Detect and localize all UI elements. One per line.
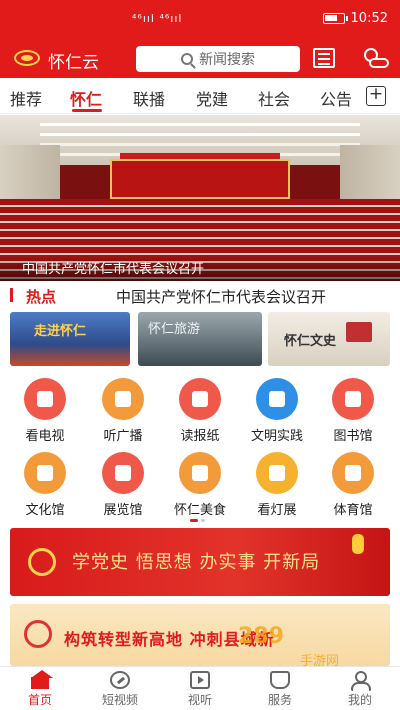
- party-emblem-icon: [28, 548, 56, 576]
- grid-label: 体育馆: [333, 503, 373, 518]
- grid-item-lantern[interactable]: 看灯展: [242, 452, 312, 518]
- lantern-icon: [352, 534, 364, 554]
- tab-recommend[interactable]: 推荐: [10, 86, 42, 110]
- bottom-navigation: 首页 短视频 视听 服务 我的: [0, 666, 400, 710]
- stadium-icon: [332, 452, 374, 494]
- tab-broadcast[interactable]: 联播: [133, 86, 165, 110]
- home-icon: [31, 670, 53, 689]
- grid-label: 展览馆: [103, 503, 143, 518]
- grid-item-culture[interactable]: 文化馆: [10, 452, 80, 518]
- newspaper-icon: [179, 378, 221, 420]
- grid-item-exhibition[interactable]: 展览馆: [88, 452, 158, 518]
- nav-label: 我的: [347, 693, 372, 707]
- grid-item-food[interactable]: 怀仁美食: [165, 452, 235, 518]
- party-history-banner[interactable]: 学党史 悟思想 办实事 开新局: [10, 528, 390, 596]
- tab-notice[interactable]: 公告: [320, 86, 352, 110]
- compass-icon: [110, 671, 130, 689]
- grid-item-civilization[interactable]: 文明实践: [242, 378, 312, 444]
- food-icon: [179, 452, 221, 494]
- library-icon: [332, 378, 374, 420]
- stage-image: [110, 159, 290, 199]
- nav-label: 服务: [267, 693, 292, 707]
- channel-tabs: 推荐 怀仁 联播 党建 社会 公告: [0, 78, 400, 114]
- profile-icon: [350, 671, 371, 691]
- search-input[interactable]: 新闻搜索: [136, 46, 300, 72]
- grid-label: 看电视: [25, 429, 65, 444]
- building-icon: [24, 452, 66, 494]
- nav-label: 视听: [187, 693, 212, 707]
- banner-title: 学党史 悟思想 办实事 开新局: [72, 552, 321, 573]
- search-icon: [181, 53, 193, 65]
- battery-icon: [322, 13, 348, 24]
- nav-audio-video[interactable]: 视听: [160, 671, 240, 708]
- tab-huairen[interactable]: 怀仁: [70, 86, 102, 110]
- grid-page-indicator: [190, 519, 210, 523]
- status-bar-right: 10:52: [322, 11, 388, 26]
- hot-marker: [10, 288, 13, 302]
- tv-icon: [24, 378, 66, 420]
- weather-icon[interactable]: [360, 46, 390, 72]
- lantern-icon: [256, 452, 298, 494]
- card-tourism[interactable]: 怀仁旅游: [138, 312, 262, 366]
- grid-label: 怀仁美食: [173, 503, 226, 518]
- grid-label: 图书馆: [333, 429, 373, 444]
- grid-label: 看灯展: [257, 503, 297, 518]
- tab-society[interactable]: 社会: [258, 86, 290, 110]
- radio-icon: [102, 378, 144, 420]
- app-logo-icon: [14, 50, 40, 66]
- hot-label: 热点: [26, 288, 57, 306]
- card-title: 怀仁旅游: [148, 322, 201, 337]
- nav-short-video[interactable]: 短视频: [80, 671, 160, 708]
- hot-news-bar[interactable]: 热点 中国共产党怀仁市代表会议召开: [0, 282, 400, 308]
- active-tab-indicator: [72, 109, 102, 112]
- document-icon: [256, 378, 298, 420]
- nav-home[interactable]: 首页: [0, 670, 80, 708]
- app-header: 怀仁云 新闻搜索: [0, 40, 400, 78]
- nav-label: 短视频: [101, 693, 138, 707]
- grid-label: 文明实践: [250, 429, 303, 444]
- seal-icon: [346, 322, 372, 342]
- card-title: 走进怀仁: [34, 324, 87, 339]
- nav-service[interactable]: 服务: [240, 671, 320, 708]
- grid-label: 文化馆: [25, 503, 65, 518]
- exhibition-icon: [102, 452, 144, 494]
- service-icon: [270, 671, 290, 689]
- card-history[interactable]: 怀仁文史: [268, 312, 390, 366]
- card-visit-huairen[interactable]: 走进怀仁: [10, 312, 130, 366]
- status-bar: ⁴⁶ııl ⁴⁶ııl 10:52: [0, 0, 400, 40]
- grid-item-radio[interactable]: 听广播: [88, 378, 158, 444]
- feature-cards: 走进怀仁 怀仁旅游 怀仁文史: [0, 312, 400, 368]
- play-icon: [190, 671, 210, 689]
- hot-headline[interactable]: 中国共产党怀仁市代表会议召开: [116, 286, 326, 307]
- watermark-logo: 289: [238, 624, 284, 649]
- grid-item-library[interactable]: 图书馆: [318, 378, 388, 444]
- hero-banner[interactable]: 中国共产党怀仁市代表会议召开: [0, 115, 400, 281]
- grid-item-newspaper[interactable]: 读报纸: [165, 378, 235, 444]
- signal-icon: ⁴⁶ııl ⁴⁶ııl: [132, 12, 183, 25]
- app-title: 怀仁云: [48, 53, 99, 73]
- tab-party[interactable]: 党建: [196, 86, 228, 110]
- service-grid: 看电视 听广播 读报纸 文明实践 图书馆 文化馆 展览馆 怀仁美食 看灯展 体育…: [0, 372, 400, 522]
- grid-label: 听广播: [103, 429, 143, 444]
- grid-label: 读报纸: [180, 429, 220, 444]
- add-channel-button[interactable]: +: [366, 86, 386, 106]
- nav-profile[interactable]: 我的: [320, 671, 400, 708]
- party-emblem-icon: [24, 620, 52, 648]
- nav-label: 首页: [27, 693, 52, 707]
- hero-caption: 中国共产党怀仁市代表会议召开: [22, 262, 205, 277]
- grid-item-tv[interactable]: 看电视: [10, 378, 80, 444]
- card-title: 怀仁文史: [284, 334, 337, 349]
- grid-item-stadium[interactable]: 体育馆: [318, 452, 388, 518]
- search-placeholder: 新闻搜索: [199, 52, 255, 68]
- newspaper-icon[interactable]: [313, 48, 335, 68]
- status-time: 10:52: [350, 11, 388, 26]
